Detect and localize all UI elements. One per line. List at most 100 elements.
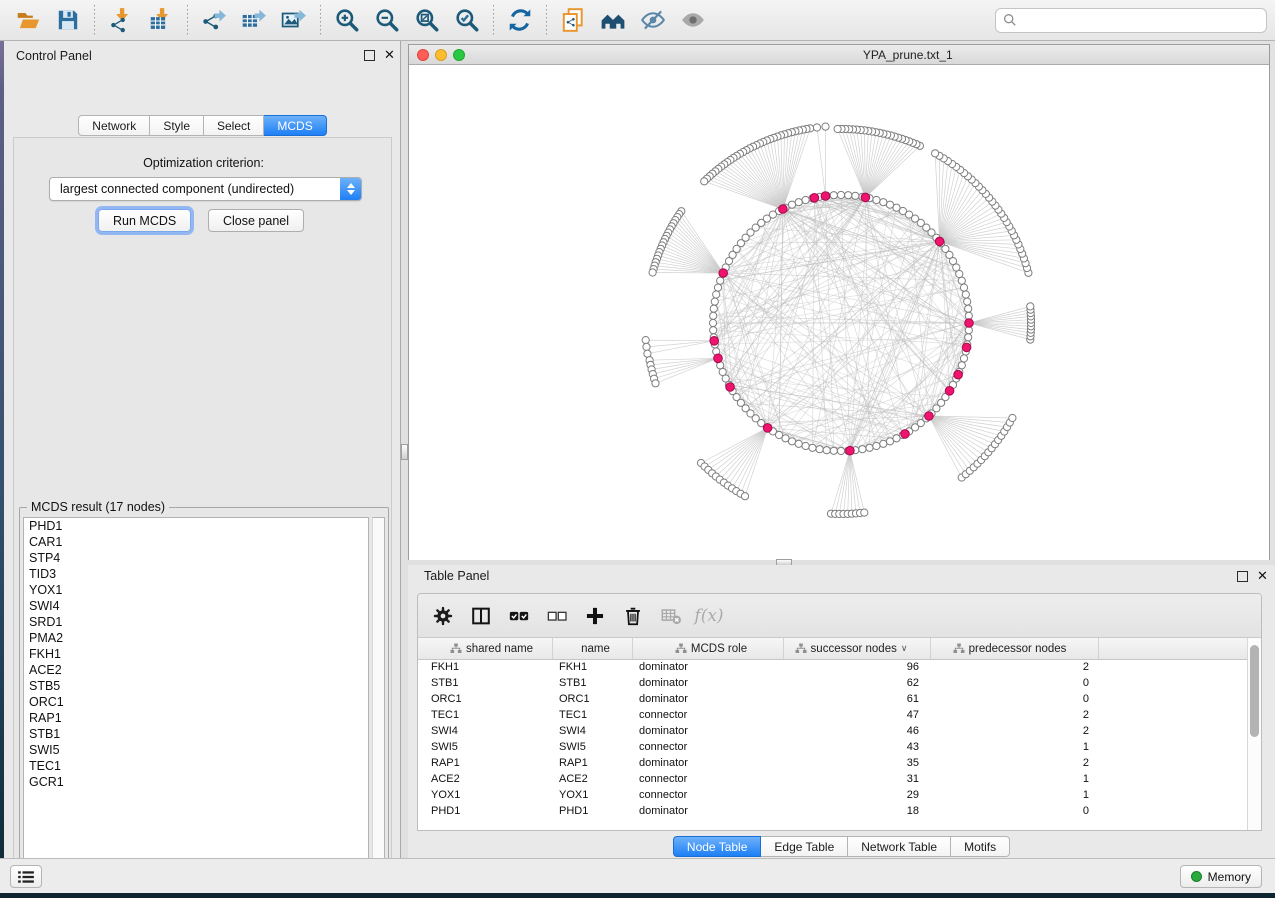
mcds-node[interactable] [954, 370, 963, 379]
cell-name[interactable]: ORC1 [553, 693, 633, 705]
cell-predecessor-nodes[interactable]: 2 [931, 725, 1099, 737]
cell-MCDS-role[interactable]: connector [633, 709, 784, 721]
cell-name[interactable]: STB1 [553, 677, 633, 689]
mcds-result-item[interactable]: PHD1 [24, 518, 368, 534]
tab-mcds[interactable]: MCDS [264, 115, 326, 136]
mcds-result-item[interactable]: PMA2 [24, 630, 368, 646]
mcds-result-item[interactable]: SWI4 [24, 598, 368, 614]
cell-MCDS-role[interactable]: dominator [633, 693, 784, 705]
cell-name[interactable]: RAP1 [553, 757, 633, 769]
window-minimize-icon[interactable] [435, 49, 447, 61]
cell-shared-name[interactable]: STB1 [418, 677, 553, 689]
panel-menu-button[interactable] [10, 865, 42, 888]
table-row[interactable]: STB1STB1dominator620 [418, 675, 1249, 691]
cell-shared-name[interactable]: ACE2 [418, 773, 553, 785]
cell-MCDS-role[interactable]: connector [633, 741, 784, 753]
table-row[interactable]: RAP1RAP1dominator352 [418, 755, 1249, 771]
mcds-result-item[interactable]: STP4 [24, 550, 368, 566]
cell-shared-name[interactable]: RAP1 [418, 757, 553, 769]
cell-shared-name[interactable]: FKH1 [418, 661, 553, 673]
column-header-successor-nodes[interactable]: successor nodes∨ [784, 638, 931, 659]
float-panel-icon[interactable] [364, 50, 375, 61]
export-table-button[interactable] [234, 3, 274, 37]
show-all-button[interactable] [673, 3, 713, 37]
cell-predecessor-nodes[interactable]: 2 [931, 661, 1099, 673]
mcds-result-item[interactable]: SWI5 [24, 742, 368, 758]
memory-button[interactable]: Memory [1180, 865, 1262, 888]
cell-MCDS-role[interactable]: dominator [633, 725, 784, 737]
run-mcds-button[interactable]: Run MCDS [98, 209, 191, 232]
mcds-node[interactable] [962, 343, 971, 352]
table-row[interactable]: SWI4SWI4dominator462 [418, 723, 1249, 739]
table-row[interactable]: YOX1YOX1connector291 [418, 787, 1249, 803]
cell-shared-name[interactable]: PHD1 [418, 805, 553, 817]
column-header-name[interactable]: name [553, 638, 633, 659]
table-scrollbar-thumb[interactable] [1250, 645, 1259, 737]
column-header-MCDS-role[interactable]: MCDS role [633, 638, 784, 659]
network-window-titlebar[interactable]: YPA_prune.txt_1 [409, 45, 1269, 65]
import-table-from-file-button[interactable] [141, 3, 181, 37]
mcds-result-item[interactable]: YOX1 [24, 582, 368, 598]
cell-successor-nodes[interactable]: 35 [784, 757, 931, 769]
open-file-button[interactable] [8, 3, 48, 37]
cell-predecessor-nodes[interactable]: 2 [931, 757, 1099, 769]
apply-preferred-layout-button[interactable] [500, 3, 540, 37]
close-panel-icon[interactable]: ✕ [384, 49, 395, 60]
table-row[interactable]: PHD1PHD1dominator180 [418, 803, 1249, 819]
table-tab-edge-table[interactable]: Edge Table [761, 836, 848, 857]
delete-column-button[interactable] [616, 599, 650, 633]
mcds-result-item[interactable]: STB1 [24, 726, 368, 742]
deselect-all-rows-button[interactable] [540, 599, 574, 633]
tab-select[interactable]: Select [204, 115, 264, 136]
table-settings-button[interactable] [426, 599, 460, 633]
mcds-list-scrollbar[interactable] [372, 517, 385, 870]
cell-shared-name[interactable]: SWI4 [418, 725, 553, 737]
cell-MCDS-role[interactable]: dominator [633, 677, 784, 689]
close-table-panel-icon[interactable]: ✕ [1257, 570, 1268, 581]
mcds-result-item[interactable]: ORC1 [24, 694, 368, 710]
table-tab-motifs[interactable]: Motifs [951, 836, 1010, 857]
cell-name[interactable]: SWI4 [553, 725, 633, 737]
cell-predecessor-nodes[interactable]: 2 [931, 709, 1099, 721]
mcds-node[interactable] [945, 387, 954, 396]
mcds-node[interactable] [821, 192, 830, 201]
mcds-result-item[interactable]: FKH1 [24, 646, 368, 662]
cell-name[interactable]: ACE2 [553, 773, 633, 785]
mcds-node[interactable] [846, 446, 855, 455]
mcds-node[interactable] [710, 337, 719, 346]
table-tab-network-table[interactable]: Network Table [848, 836, 951, 857]
cell-shared-name[interactable]: ORC1 [418, 693, 553, 705]
cell-predecessor-nodes[interactable]: 0 [931, 693, 1099, 705]
mcds-result-item[interactable]: STB5 [24, 678, 368, 694]
column-header-predecessor-nodes[interactable]: predecessor nodes [931, 638, 1099, 659]
cell-name[interactable]: PHD1 [553, 805, 633, 817]
cell-name[interactable]: TEC1 [553, 709, 633, 721]
zoom-in-button[interactable] [327, 3, 367, 37]
vertical-splitter-handle[interactable] [401, 444, 408, 460]
mcds-result-item[interactable]: GCR1 [24, 774, 368, 790]
cell-successor-nodes[interactable]: 18 [784, 805, 931, 817]
new-network-from-selection-button[interactable] [553, 3, 593, 37]
mcds-node[interactable] [763, 424, 772, 433]
cell-successor-nodes[interactable]: 61 [784, 693, 931, 705]
search-box[interactable] [995, 8, 1267, 33]
cell-name[interactable]: SWI5 [553, 741, 633, 753]
table-row[interactable]: TEC1TEC1connector472 [418, 707, 1249, 723]
mcds-node[interactable] [810, 194, 819, 203]
cell-MCDS-role[interactable]: dominator [633, 661, 784, 673]
table-tab-node-table[interactable]: Node Table [673, 836, 762, 857]
add-column-button[interactable] [578, 599, 612, 633]
mcds-result-item[interactable]: SRD1 [24, 614, 368, 630]
save-session-button[interactable] [48, 3, 88, 37]
cell-shared-name[interactable]: SWI5 [418, 741, 553, 753]
mcds-result-item[interactable]: RAP1 [24, 710, 368, 726]
mcds-node[interactable] [901, 430, 910, 439]
mcds-node[interactable] [726, 383, 735, 392]
table-row[interactable]: FKH1FKH1dominator962 [418, 659, 1249, 675]
cell-shared-name[interactable]: YOX1 [418, 789, 553, 801]
column-header-shared-name[interactable]: shared name [418, 638, 553, 659]
mcds-node[interactable] [719, 269, 728, 278]
export-image-button[interactable] [274, 3, 314, 37]
cell-MCDS-role[interactable]: dominator [633, 757, 784, 769]
float-table-panel-icon[interactable] [1237, 571, 1248, 582]
